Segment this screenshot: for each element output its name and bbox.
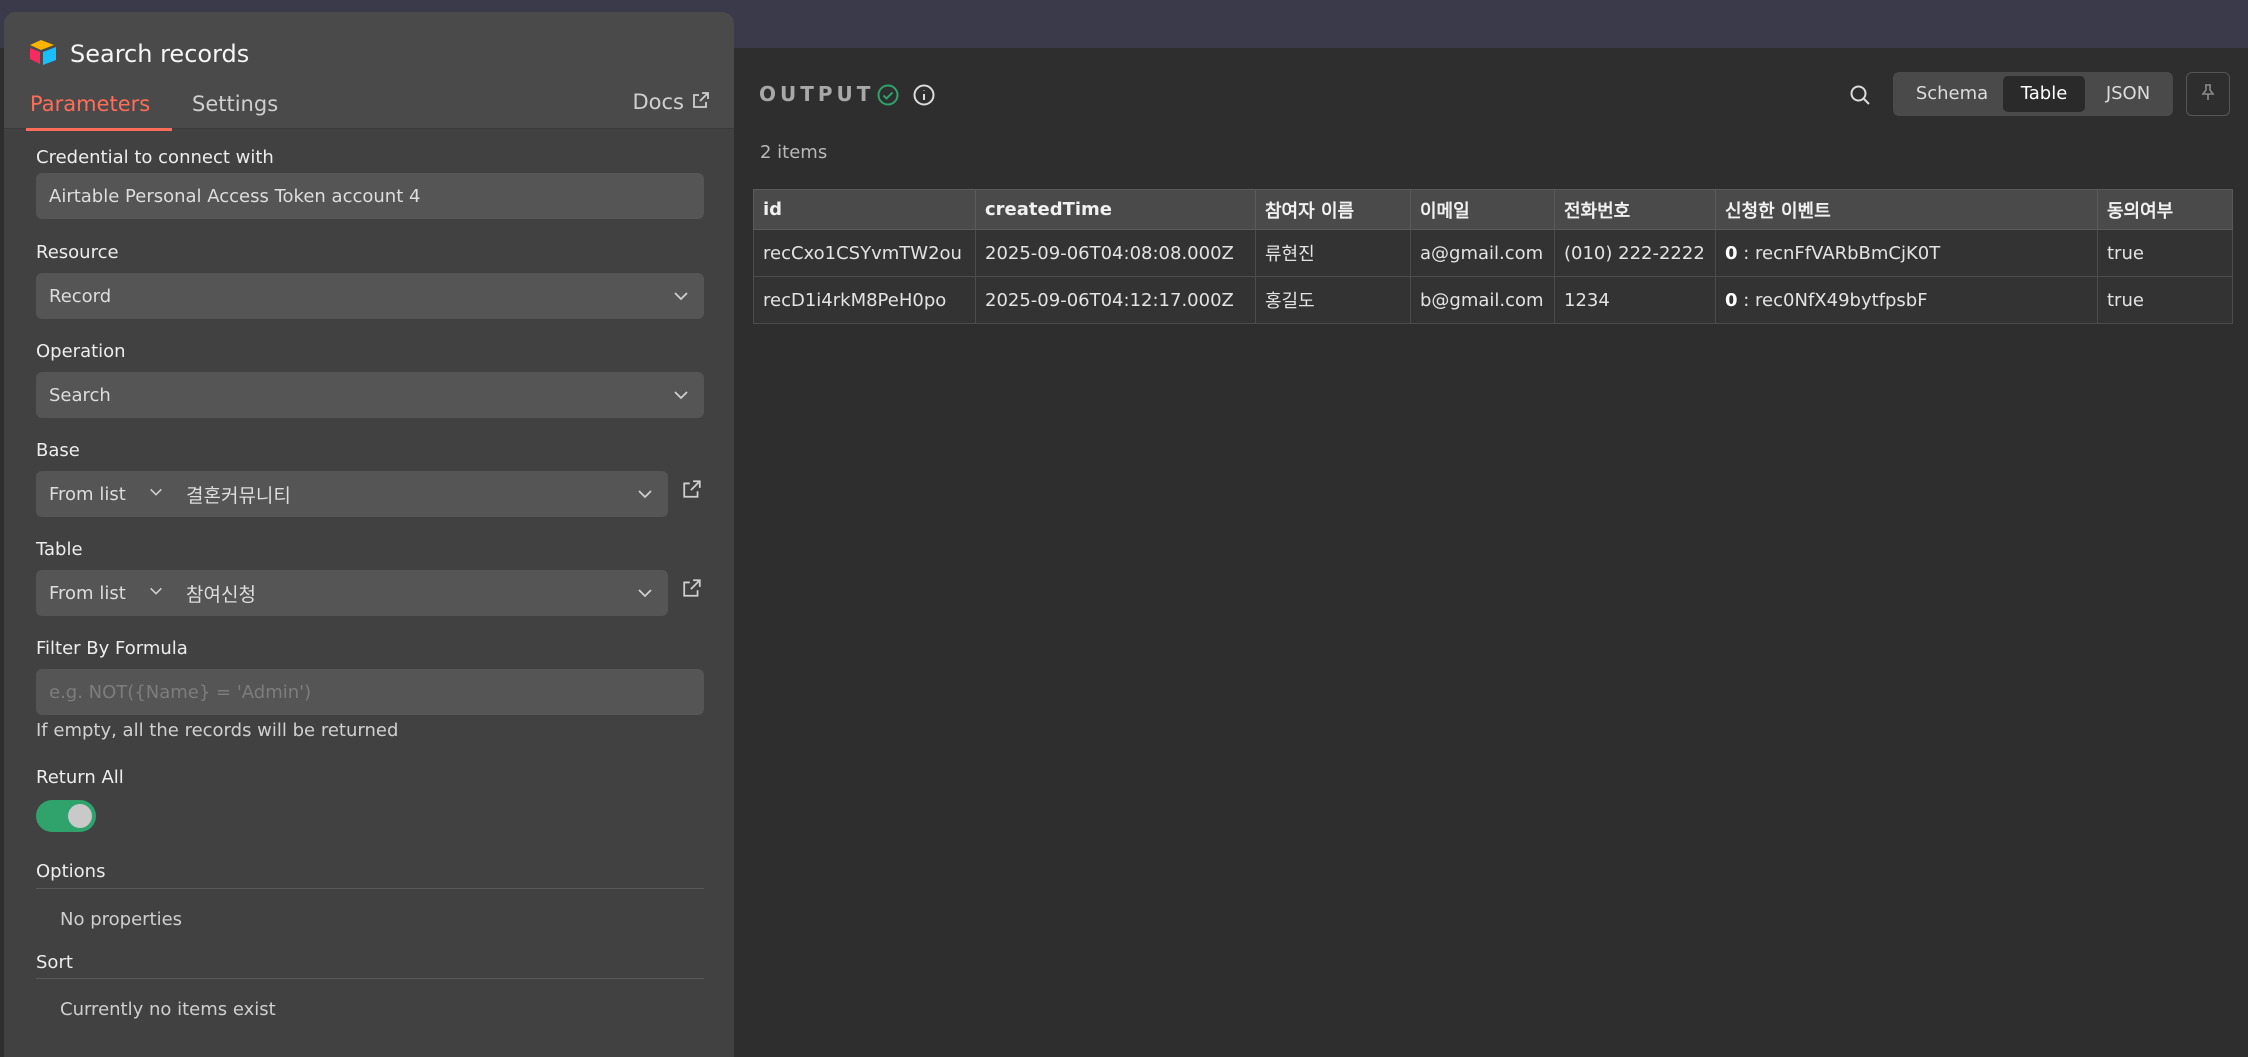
- table-resource-locator: From list 참여신청: [36, 570, 668, 616]
- table-label: Table: [36, 539, 83, 560]
- toggle-knob: [68, 804, 92, 828]
- credential-label: Credential to connect with: [36, 147, 274, 168]
- credential-select[interactable]: Airtable Personal Access Token account 4: [36, 173, 704, 219]
- pin-icon: [2199, 83, 2217, 105]
- resource-label: Resource: [36, 242, 119, 263]
- return-all-toggle[interactable]: [36, 800, 96, 832]
- tab-parameters[interactable]: Parameters: [30, 90, 150, 130]
- column-header-email[interactable]: 이메일: [1410, 189, 1555, 230]
- table-row: recD1i4rkM8PeH0po 2025-09-06T04:12:17.00…: [753, 276, 2233, 324]
- base-label: Base: [36, 440, 80, 461]
- column-header-event[interactable]: 신청한 이벤트: [1715, 189, 2098, 230]
- resource-select[interactable]: Record: [36, 273, 704, 319]
- chevron-down-icon[interactable]: [636, 485, 654, 508]
- cell-email: a@gmail.com: [1410, 229, 1555, 277]
- panel-tabs: Parameters Settings Docs: [4, 90, 734, 131]
- column-header-participant-name[interactable]: 참여자 이름: [1255, 189, 1411, 230]
- sort-empty-text: Currently no items exist: [60, 999, 276, 1020]
- node-title: Search records: [70, 40, 250, 68]
- table-mode-value: From list: [49, 582, 126, 604]
- operation-label: Operation: [36, 341, 126, 362]
- pin-data-button[interactable]: [2186, 72, 2230, 116]
- active-tab-indicator: [26, 128, 172, 131]
- base-value-select[interactable]: 결혼커뮤니티: [186, 471, 291, 517]
- success-check-icon: [876, 83, 900, 111]
- return-all-label: Return All: [36, 767, 124, 788]
- operation-value: Search: [49, 384, 111, 406]
- table-mode-select[interactable]: From list: [49, 570, 164, 616]
- cell-consent: true: [2097, 276, 2233, 324]
- cell-id: recD1i4rkM8PeH0po: [753, 276, 976, 324]
- search-icon[interactable]: [1848, 83, 1872, 111]
- resource-value: Record: [49, 285, 112, 307]
- base-resource-locator: From list 결혼커뮤니티: [36, 471, 668, 517]
- airtable-logo-icon: [28, 38, 58, 70]
- column-header-created-time[interactable]: createdTime: [975, 189, 1256, 230]
- cell-created-time: 2025-09-06T04:12:17.000Z: [975, 276, 1256, 324]
- cell-phone: 1234: [1554, 276, 1716, 324]
- docs-link[interactable]: Docs: [632, 90, 710, 114]
- table-header-row: id createdTime 참여자 이름 이메일 전화번호 신청한 이벤트 동…: [753, 189, 2233, 230]
- filter-formula-input[interactable]: e.g. NOT({Name} = 'Admin'): [36, 669, 704, 715]
- chevron-down-icon[interactable]: [636, 584, 654, 607]
- table-value-select[interactable]: 참여신청: [186, 570, 256, 616]
- output-title: OUTPUT: [759, 82, 875, 106]
- sort-label: Sort: [36, 952, 73, 973]
- table-row: recCxo1CSYvmTW2ou 2025-09-06T04:08:08.00…: [753, 229, 2233, 277]
- external-link-icon: [692, 90, 710, 114]
- base-value: 결혼커뮤니티: [186, 484, 291, 507]
- event-index: 0: [1725, 242, 1738, 264]
- cell-consent: true: [2097, 229, 2233, 277]
- base-external-link-icon[interactable]: [682, 479, 706, 503]
- event-value: : recnFfVARbBmCjK0T: [1743, 242, 1941, 264]
- chevron-down-icon: [672, 287, 690, 310]
- operation-select[interactable]: Search: [36, 372, 704, 418]
- tab-settings[interactable]: Settings: [192, 90, 278, 130]
- info-icon[interactable]: [912, 83, 936, 111]
- output-table: id createdTime 참여자 이름 이메일 전화번호 신청한 이벤트 동…: [753, 189, 2233, 324]
- filter-label: Filter By Formula: [36, 638, 188, 659]
- items-count: 2 items: [760, 142, 828, 163]
- sort-divider: [36, 978, 704, 979]
- column-header-consent[interactable]: 동의여부: [2097, 189, 2233, 230]
- cell-id: recCxo1CSYvmTW2ou: [753, 229, 976, 277]
- base-mode-value: From list: [49, 483, 126, 505]
- chevron-down-icon: [148, 484, 164, 505]
- event-value: : rec0NfX49bytfpsbF: [1743, 289, 1928, 311]
- view-schema-button[interactable]: Schema: [1897, 76, 2007, 112]
- options-divider: [36, 888, 704, 889]
- table-external-link-icon[interactable]: [682, 578, 706, 602]
- base-mode-select[interactable]: From list: [49, 471, 164, 517]
- node-parameters-panel: Search records Parameters Settings Docs …: [4, 12, 734, 1057]
- chevron-down-icon: [672, 386, 690, 409]
- docs-label: Docs: [632, 90, 684, 114]
- cell-event: 0 : rec0NfX49bytfpsbF: [1715, 276, 2098, 324]
- cell-phone: (010) 222-2222: [1554, 229, 1716, 277]
- cell-participant-name: 류현진: [1255, 229, 1411, 277]
- column-header-id[interactable]: id: [753, 189, 976, 230]
- node-title-row: Search records: [28, 38, 249, 70]
- table-value: 참여신청: [186, 583, 256, 606]
- panel-header: Search records Parameters Settings Docs: [4, 12, 734, 131]
- filter-hint: If empty, all the records will be return…: [36, 720, 399, 741]
- event-index: 0: [1725, 289, 1738, 311]
- options-label: Options: [36, 861, 106, 882]
- view-json-button[interactable]: JSON: [2087, 76, 2169, 112]
- cell-created-time: 2025-09-06T04:08:08.000Z: [975, 229, 1256, 277]
- column-header-phone[interactable]: 전화번호: [1554, 189, 1716, 230]
- credential-value: Airtable Personal Access Token account 4: [49, 185, 421, 207]
- view-table-button[interactable]: Table: [2003, 76, 2085, 112]
- filter-placeholder: e.g. NOT({Name} = 'Admin'): [49, 681, 312, 703]
- cell-event: 0 : recnFfVARbBmCjK0T: [1715, 229, 2098, 277]
- options-empty-text: No properties: [60, 909, 183, 930]
- chevron-down-icon: [148, 583, 164, 604]
- cell-participant-name: 홍길도: [1255, 276, 1411, 324]
- cell-email: b@gmail.com: [1410, 276, 1555, 324]
- output-view-switch: Schema Table JSON: [1893, 72, 2173, 116]
